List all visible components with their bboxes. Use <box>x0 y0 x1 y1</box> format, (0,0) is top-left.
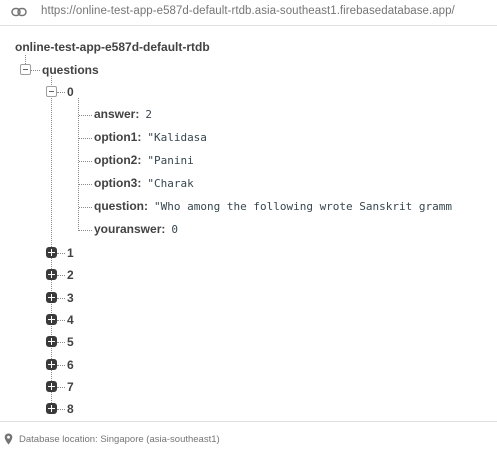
tree-leaf-option1[interactable]: option1: "Kalidasa <box>94 130 207 144</box>
field-value[interactable]: "Who among the following wrote Sanskrit … <box>154 200 452 213</box>
field-key: option3 <box>94 176 138 190</box>
tree-node-item-1[interactable]: 1 <box>67 246 74 260</box>
tree-connector <box>57 253 65 254</box>
field-value[interactable]: "Kalidasa <box>147 131 207 144</box>
field-separator: : <box>137 130 142 144</box>
tree-node-item-7[interactable]: 7 <box>67 380 74 394</box>
field-separator: : <box>137 176 142 190</box>
expand-item-8-button[interactable] <box>46 403 57 415</box>
tree-connector <box>57 319 65 321</box>
database-location-footer: Database location: Singapore (asia-south… <box>0 421 497 456</box>
database-url-bar: https://online-test-app-e587d-default-rt… <box>0 0 497 26</box>
expand-item-6-button[interactable] <box>46 358 57 370</box>
field-key: option2 <box>94 153 138 167</box>
field-separator: : <box>137 153 142 167</box>
tree-node-item-8[interactable]: 8 <box>67 402 74 416</box>
field-key: youranswer <box>94 222 162 236</box>
field-key: answer <box>94 107 136 121</box>
field-key: question <box>94 199 144 213</box>
tree-connector <box>79 230 92 231</box>
tree-leaf-question[interactable]: question: "Who among the following wrote … <box>94 199 452 213</box>
tree-node-item-0[interactable]: 0 <box>67 85 74 99</box>
expand-item-1-button[interactable] <box>46 247 57 258</box>
tree-node-item-5[interactable]: 5 <box>67 335 74 349</box>
tree-leaf-option3[interactable]: option3: "Charak <box>94 176 194 190</box>
tree-node-questions[interactable]: questions <box>42 63 99 77</box>
expand-item-5-button[interactable] <box>46 336 57 348</box>
tree-connector <box>57 386 65 388</box>
expand-item-2-button[interactable] <box>46 269 57 281</box>
tree-leaf-option2[interactable]: option2: "Panini <box>94 153 194 167</box>
tree-connector <box>79 138 92 139</box>
field-value[interactable]: 0 <box>171 223 178 236</box>
tree-node-item-2[interactable]: 2 <box>67 268 74 282</box>
field-separator: : <box>135 107 140 121</box>
tree-root-name[interactable]: online-test-app-e587d-default-rtdb <box>15 40 210 54</box>
field-value[interactable]: "Panini <box>147 154 193 167</box>
location-pin-icon <box>4 433 13 445</box>
tree-connector <box>79 161 92 162</box>
field-value[interactable]: 2 <box>145 108 152 121</box>
tree-connector <box>57 275 65 277</box>
tree-node-item-3[interactable]: 3 <box>67 291 74 305</box>
tree-leaf-answer[interactable]: answer: 2 <box>94 107 152 121</box>
collapse-questions-button[interactable] <box>20 64 31 75</box>
tree-connector <box>79 184 92 185</box>
tree-connector <box>57 342 65 344</box>
field-separator: : <box>161 222 166 236</box>
field-key: option1 <box>94 130 138 144</box>
database-location-text: Database location: Singapore (asia-south… <box>19 434 220 445</box>
link-icon[interactable] <box>11 7 27 17</box>
tree-connector <box>78 98 79 231</box>
tree-node-item-4[interactable]: 4 <box>67 313 74 327</box>
tree-connector <box>57 297 65 299</box>
expand-item-3-button[interactable] <box>46 291 57 303</box>
tree-connector <box>31 70 40 71</box>
expand-item-4-button[interactable] <box>46 313 57 325</box>
field-separator: : <box>144 199 148 213</box>
tree-leaf-youranswer[interactable]: youranswer: 0 <box>94 222 178 236</box>
field-value[interactable]: "Charak <box>147 177 193 190</box>
tree-connector <box>57 409 65 411</box>
tree-connector <box>57 92 65 93</box>
tree-connector <box>79 115 92 116</box>
expand-item-7-button[interactable] <box>46 380 57 392</box>
tree-connector <box>79 207 92 208</box>
tree-connector <box>57 364 65 366</box>
database-url[interactable]: https://online-test-app-e587d-default-rt… <box>41 5 455 17</box>
tree-node-item-6[interactable]: 6 <box>67 358 74 372</box>
collapse-item-0-button[interactable] <box>46 86 57 97</box>
